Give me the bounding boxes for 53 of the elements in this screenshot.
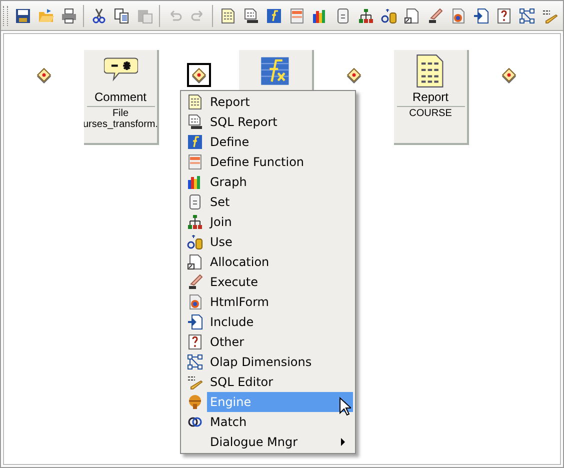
menu-item[interactable]: Graph xyxy=(207,172,353,192)
menu-item[interactable]: Other xyxy=(207,332,353,352)
shortcut-page-icon xyxy=(187,254,203,270)
toolbar-grip[interactable] xyxy=(3,6,8,26)
node-title: Report xyxy=(412,90,449,104)
network-icon xyxy=(187,354,203,370)
menu-item[interactable]: Olap Dimensions xyxy=(207,352,353,372)
pencil-icon xyxy=(187,374,203,390)
page-icon xyxy=(187,194,203,210)
function-icon xyxy=(187,134,203,150)
bar-chart-icon xyxy=(187,174,203,190)
form-button[interactable] xyxy=(288,6,305,26)
mouse-pointer-icon xyxy=(339,397,351,416)
globe-page-icon xyxy=(187,294,203,310)
menu-item[interactable]: Join xyxy=(207,212,353,232)
node-title: Comment xyxy=(94,90,146,104)
node-card[interactable]: Comment File urses_transform. xyxy=(84,50,159,145)
menu-item[interactable]: Match xyxy=(207,412,353,432)
menu-item[interactable]: Include xyxy=(207,312,353,332)
menu-item[interactable]: Execute xyxy=(207,272,353,292)
connector-node[interactable] xyxy=(187,63,211,87)
document-icon xyxy=(187,114,203,130)
pen-button[interactable] xyxy=(426,6,443,26)
question-page-icon xyxy=(187,334,203,350)
menu-item[interactable]: Allocation xyxy=(207,252,353,272)
form-icon xyxy=(187,154,203,170)
node-card[interactable]: Report COURSE xyxy=(394,50,469,145)
shortcut-page-button[interactable] xyxy=(403,6,420,26)
hierarchy-icon xyxy=(187,214,203,230)
report-button[interactable] xyxy=(219,6,236,26)
menu-item[interactable]: HtmlForm xyxy=(207,292,353,312)
copy-button[interactable] xyxy=(113,6,130,26)
menu-item[interactable]: SQL Report xyxy=(207,112,353,132)
document-button[interactable] xyxy=(242,6,259,26)
menu-item[interactable]: Define Function xyxy=(207,152,353,172)
import-button[interactable] xyxy=(472,6,489,26)
printer-button[interactable] xyxy=(60,6,77,26)
database-icon xyxy=(187,234,203,250)
import-icon xyxy=(187,314,203,330)
node-detail: File xyxy=(112,108,129,119)
menu-item[interactable]: SQL Editor xyxy=(207,372,353,392)
menu-item[interactable]: Use xyxy=(207,232,353,252)
menu-item[interactable]: Set xyxy=(207,192,353,212)
report-icon xyxy=(187,94,203,110)
pen-icon xyxy=(187,274,203,290)
node-detail: COURSE xyxy=(409,108,452,119)
menu-item[interactable]: Define xyxy=(207,132,353,152)
menu-item[interactable]: Report xyxy=(207,92,353,112)
engine-icon xyxy=(187,394,203,410)
question-page-button[interactable] xyxy=(495,6,512,26)
network-button[interactable] xyxy=(518,6,535,26)
menu-item[interactable]: Dialogue Mngr xyxy=(207,432,353,452)
node-detail: urses_transform. xyxy=(84,119,157,130)
